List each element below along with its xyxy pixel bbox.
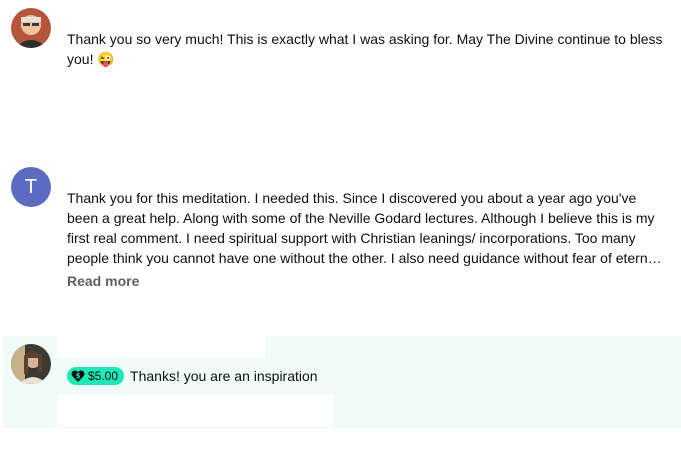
comment-line: Thank you so very much! This is exactly … <box>67 31 663 47</box>
comment-line: you! 😜 <box>67 51 115 67</box>
comment-text: Thank you so very much! This is exactly … <box>67 29 667 69</box>
svg-text:$: $ <box>76 372 81 380</box>
comment-line: first real comment. I need spiritual sup… <box>67 230 636 246</box>
super-thanks-amount-chip: $ $5.00 <box>67 367 125 385</box>
dollar-heart-icon: $ <box>71 369 85 383</box>
comment-text: Thank you for this meditation. I needed … <box>67 188 667 268</box>
super-thanks-amount: $5.00 <box>88 369 119 383</box>
super-thanks-text: Thanks! you are an inspiration <box>130 368 318 384</box>
comment-line: been a great help. Along with some of th… <box>67 210 655 226</box>
super-thanks-row: $ $5.00 Thanks! you are an inspiration <box>67 366 318 386</box>
read-more-button[interactable]: Read more <box>67 272 139 290</box>
commenter-avatar[interactable] <box>11 344 51 384</box>
avatar-letter: T <box>24 175 38 198</box>
commenter-avatar[interactable] <box>11 8 51 48</box>
panel-mask-top <box>57 336 265 358</box>
comment-line: Thank you for this meditation. I needed … <box>67 190 637 206</box>
comment-line: people think you cannot have one without… <box>67 250 665 266</box>
panel-mask-bottom <box>57 395 333 427</box>
comments-section: Thank you so very much! This is exactly … <box>0 0 681 475</box>
commenter-avatar[interactable]: T <box>11 167 51 207</box>
